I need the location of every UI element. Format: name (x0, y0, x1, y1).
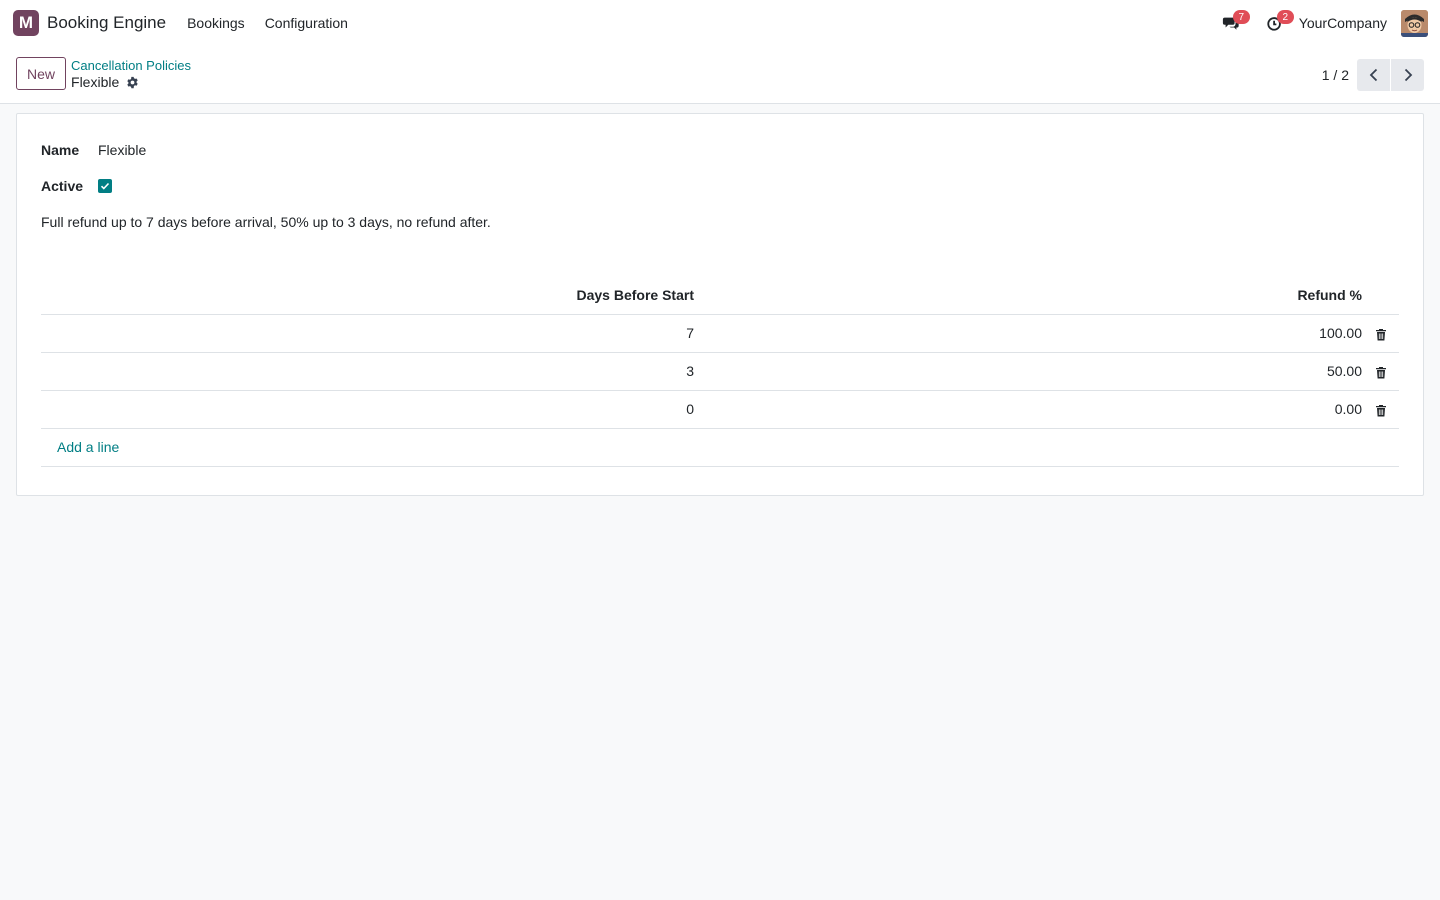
gear-icon[interactable] (126, 76, 139, 89)
trash-icon[interactable] (1375, 366, 1387, 379)
messages-button[interactable]: 7 (1209, 8, 1253, 38)
menu-configuration[interactable]: Configuration (255, 15, 358, 31)
top-navbar: M Booking Engine Bookings Configuration … (0, 0, 1440, 46)
column-header-actions (1362, 276, 1399, 315)
messages-badge: 7 (1232, 10, 1250, 24)
active-checkbox[interactable] (98, 179, 112, 193)
policy-description[interactable]: Full refund up to 7 days before arrival,… (41, 214, 1399, 234)
name-field[interactable]: Flexible (98, 142, 146, 158)
app-logo[interactable]: M (13, 10, 39, 36)
activities-badge: 2 (1276, 10, 1294, 24)
checkmark-icon (100, 182, 110, 190)
company-switcher[interactable]: YourCompany (1299, 15, 1387, 31)
delete-cell (1362, 352, 1399, 391)
refund-rules-table: Days Before Start Refund % 7 100.00 3 50… (41, 276, 1399, 467)
breadcrumb-current: Flexible (71, 74, 191, 91)
main-menu: Bookings Configuration (177, 15, 358, 31)
new-button[interactable]: New (16, 57, 67, 90)
refund-cell[interactable]: 50.00 (694, 352, 1362, 391)
trash-icon[interactable] (1375, 404, 1387, 417)
table-row[interactable]: 7 100.00 (41, 314, 1399, 353)
chevron-right-icon (1404, 68, 1412, 81)
refund-cell[interactable]: 100.00 (694, 314, 1362, 353)
breadcrumb-cancellation-policies[interactable]: Cancellation Policies (71, 57, 191, 74)
pager: 1 / 2 (1322, 58, 1424, 91)
column-header-refund[interactable]: Refund % (694, 276, 1362, 315)
days-cell[interactable]: 0 (41, 390, 694, 429)
table-row[interactable]: 0 0.00 (41, 390, 1399, 429)
add-line-link[interactable]: Add a line (57, 439, 119, 455)
app-name[interactable]: Booking Engine (47, 13, 166, 33)
table-header-row: Days Before Start Refund % (41, 276, 1399, 315)
days-cell[interactable]: 7 (41, 314, 694, 353)
systray: 7 2 YourCompany (1209, 8, 1428, 38)
pager-value[interactable]: 1 / 2 (1322, 67, 1349, 83)
avatar[interactable] (1401, 9, 1428, 37)
user-avatar-icon (1401, 9, 1428, 37)
refund-cell[interactable]: 0.00 (694, 390, 1362, 429)
menu-bookings[interactable]: Bookings (177, 15, 255, 31)
days-cell[interactable]: 3 (41, 352, 694, 391)
record-title: Flexible (71, 73, 120, 90)
add-line-cell: Add a line (41, 428, 1399, 467)
chevron-left-icon (1369, 68, 1377, 81)
trash-icon[interactable] (1375, 328, 1387, 341)
name-field-row: Name Flexible (41, 132, 1399, 168)
control-panel: New Cancellation Policies Flexible 1 / 2 (0, 46, 1440, 104)
table-row[interactable]: 3 50.00 (41, 352, 1399, 391)
name-label: Name (41, 142, 80, 158)
pager-next-button[interactable] (1391, 58, 1424, 91)
activities-button[interactable]: 2 (1253, 8, 1297, 38)
pager-previous-button[interactable] (1357, 58, 1390, 91)
column-header-days[interactable]: Days Before Start (41, 276, 694, 315)
form-sheet: Name Flexible Active Full refund up to 7… (16, 113, 1424, 496)
active-field-row: Active (41, 168, 1399, 204)
add-line-row: Add a line (41, 428, 1399, 467)
active-label: Active (41, 178, 84, 194)
delete-cell (1362, 390, 1399, 429)
delete-cell (1362, 314, 1399, 353)
breadcrumb: Cancellation Policies Flexible (71, 57, 191, 91)
